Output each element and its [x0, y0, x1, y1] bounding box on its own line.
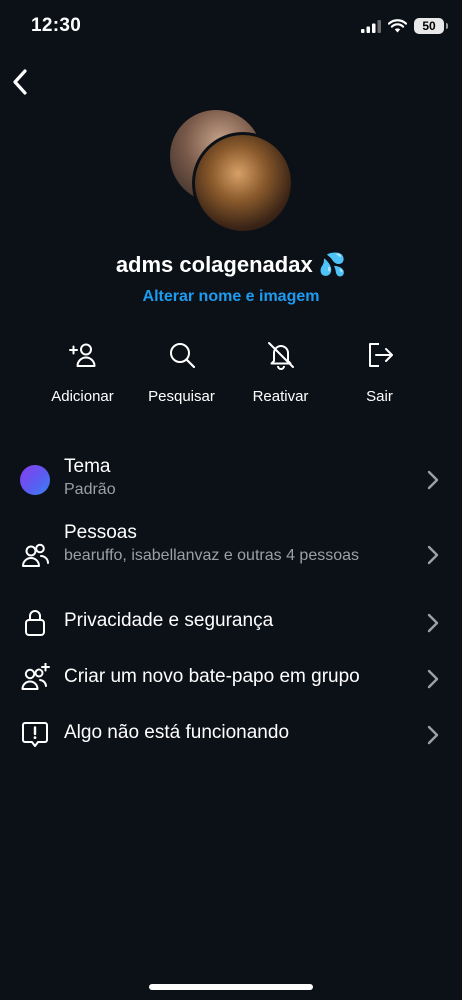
chevron-right-icon [427, 470, 439, 490]
add-person-icon [68, 343, 95, 367]
menu-item-theme[interactable]: Tema Padrão [0, 452, 462, 508]
status-icons: 50 [361, 18, 448, 34]
leave-button[interactable]: Sair [330, 340, 429, 405]
search-label: Pesquisar [148, 388, 215, 405]
edit-name-image-link[interactable]: Alterar nome e imagem [0, 288, 462, 306]
group-name: adms colagenadax 💦 [115, 252, 347, 277]
home-indicator[interactable] [149, 984, 313, 990]
menu-item-subtitle: Padrão [64, 481, 116, 498]
people-icon [19, 540, 51, 572]
battery-indicator: 50 [414, 18, 448, 34]
menu-item-title: Tema [64, 456, 111, 477]
group-add-icon [19, 662, 51, 694]
menu-item-title: Algo não está funcionando [64, 722, 290, 743]
chevron-right-icon [427, 669, 439, 689]
chevron-left-icon [13, 69, 27, 95]
report-icon [19, 718, 51, 750]
back-button[interactable] [8, 66, 34, 98]
menu-item-title: Pessoas [64, 522, 137, 543]
member-avatar [192, 132, 294, 234]
menu-item-report-problem[interactable]: Algo não está funcionando [0, 716, 462, 756]
bell-off-icon [267, 342, 294, 370]
add-label: Adicionar [51, 388, 114, 405]
lock-icon [19, 606, 51, 638]
chevron-right-icon [427, 545, 439, 565]
menu-item-title: Criar um novo bate-papo em grupo [64, 666, 360, 687]
status-bar: 12:30 50 [0, 0, 462, 56]
action-bar: Adicionar Pesquisar Reativar Sair [33, 340, 429, 405]
search-button[interactable]: Pesquisar [132, 340, 231, 405]
wifi-icon [388, 19, 407, 33]
unmute-label: Reativar [252, 388, 309, 405]
leave-label: Sair [366, 388, 393, 405]
menu-item-subtitle: bearuffo, isabellanvaz e outras 4 pessoa… [64, 547, 360, 564]
menu-item-new-group-chat[interactable]: Criar um novo bate-papo em grupo [0, 660, 462, 700]
logout-icon [368, 343, 393, 367]
unmute-button[interactable]: Reativar [231, 340, 330, 405]
add-button[interactable]: Adicionar [33, 340, 132, 405]
menu-item-people[interactable]: Pessoas bearuffo, isabellanvaz e outras … [0, 518, 462, 588]
status-time: 12:30 [31, 15, 82, 36]
signal-icon [361, 19, 381, 33]
search-icon [169, 343, 195, 369]
chevron-right-icon [427, 613, 439, 633]
group-avatar[interactable] [170, 110, 295, 234]
menu-item-privacy[interactable]: Privacidade e segurança [0, 604, 462, 644]
theme-color-icon [19, 464, 51, 496]
menu-item-title: Privacidade e segurança [64, 610, 274, 631]
chevron-right-icon [427, 725, 439, 745]
